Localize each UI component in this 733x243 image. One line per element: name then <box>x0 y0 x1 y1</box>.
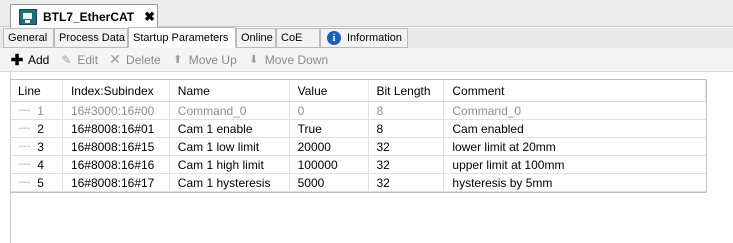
table-row[interactable]: ┈┈ 5 16#8008:16#17 Cam 1 hysteresis 5000 … <box>11 174 706 192</box>
edit-button[interactable]: ✎ Edit <box>59 53 98 67</box>
move-up-button[interactable]: ⬆ Move Up <box>171 53 237 67</box>
table-row[interactable]: ┈┈ 1 16#3000:16#00 Command_0 0 8 Command_… <box>11 102 706 120</box>
tab-general[interactable]: General <box>3 28 54 48</box>
startup-parameters-table: Line Index:Subindex Name Value Bit Lengt… <box>11 79 707 193</box>
info-icon: i <box>327 31 341 45</box>
tab-online[interactable]: Online <box>236 28 276 48</box>
arrow-up-icon: ⬆ <box>173 54 183 66</box>
line-cell: ┈┈ 3 <box>11 138 63 155</box>
table-row[interactable]: ┈┈ 2 16#8008:16#01 Cam 1 enable True 8 Ca… <box>11 120 706 138</box>
line-number: 5 <box>37 175 44 190</box>
bit-length-cell: 8 <box>369 102 445 119</box>
move-up-button-label: Move Up <box>188 52 237 67</box>
document-tab[interactable]: BTL7_EtherCAT ✖ <box>10 4 158 28</box>
table-row[interactable]: ┈┈ 3 16#8008:16#15 Cam 1 low limit 20000 … <box>11 138 706 156</box>
delete-button[interactable]: ✕ Delete <box>108 51 161 67</box>
tree-connector-icon: ┈┈ <box>18 123 30 135</box>
column-header-name[interactable]: Name <box>170 80 290 101</box>
value-cell: 100000 <box>290 156 369 173</box>
name-cell: Cam 1 hysteresis <box>170 174 290 191</box>
bit-length-cell: 32 <box>369 138 445 155</box>
document-tab-strip: BTL7_EtherCAT ✖ <box>0 0 733 28</box>
tab-process-data-label: Process Data <box>59 32 126 44</box>
close-icon[interactable]: ✖ <box>144 9 155 25</box>
index-cell: 16#8008:16#17 <box>63 174 170 191</box>
comment-cell: upper limit at 100mm <box>452 157 565 172</box>
column-header-index[interactable]: Index:Subindex <box>63 80 170 101</box>
tab-information-label: Information <box>347 32 403 44</box>
tab-online-label: Online <box>241 32 273 44</box>
tab-process-data[interactable]: Process Data <box>54 28 128 48</box>
tree-connector-icon: ┈┈ <box>18 177 30 189</box>
value-cell: 20000 <box>290 138 369 155</box>
index-cell: 16#8008:16#16 <box>63 156 170 173</box>
value-cell: 5000 <box>290 174 369 191</box>
tab-startup-parameters[interactable]: Startup Parameters <box>128 27 236 48</box>
index-cell: 16#8008:16#15 <box>63 138 170 155</box>
tab-general-label: General <box>8 32 48 44</box>
bit-length-cell: 32 <box>369 174 445 191</box>
table-header: Line Index:Subindex Name Value Bit Lengt… <box>11 80 706 102</box>
plus-icon: ✚ <box>10 51 24 69</box>
bit-length-cell: 32 <box>369 156 445 173</box>
document-tab-title: BTL7_EtherCAT <box>43 9 135 24</box>
name-cell: Cam 1 enable <box>170 120 290 137</box>
tree-connector-icon: ┈┈ <box>18 105 30 117</box>
editor-tab-bar: General Process Data Startup Parameters … <box>0 27 733 48</box>
add-button[interactable]: ✚ Add <box>10 51 50 69</box>
tree-connector-icon: ┈┈ <box>18 159 30 171</box>
delete-x-icon: ✕ <box>109 51 121 67</box>
tab-coe-label: CoE <box>281 32 303 44</box>
tab-information[interactable]: i Information <box>320 28 408 48</box>
line-number: 1 <box>37 103 44 118</box>
line-cell: ┈┈ 5 <box>11 174 63 191</box>
tree-connector-icon: ┈┈ <box>18 141 30 153</box>
table-row[interactable]: ┈┈ 4 16#8008:16#16 Cam 1 high limit 10000… <box>11 156 706 174</box>
name-cell: Command_0 <box>170 102 290 119</box>
line-cell: ┈┈ 4 <box>11 156 63 173</box>
column-header-value[interactable]: Value <box>290 80 369 101</box>
comment-cell: hysteresis by 5mm <box>452 175 553 190</box>
arrow-down-icon: ⬇ <box>249 54 259 66</box>
ethercat-device-icon <box>19 8 37 25</box>
index-cell: 16#3000:16#00 <box>63 102 170 119</box>
value-cell: True <box>290 120 369 137</box>
pencil-icon: ✎ <box>61 52 72 67</box>
toolbar: ✚ Add ✎ Edit ✕ Delete ⬆ Move Up ⬇ Move D… <box>0 48 733 72</box>
tab-startup-parameters-label: Startup Parameters <box>133 31 229 44</box>
move-down-button[interactable]: ⬇ Move Down <box>247 53 328 67</box>
column-header-comment[interactable]: Comment <box>444 80 706 101</box>
line-cell: ┈┈ 1 <box>11 102 63 119</box>
line-number: 2 <box>37 121 44 136</box>
comment-cell: Command_0 <box>452 103 522 118</box>
bit-length-cell: 8 <box>369 120 445 137</box>
delete-button-label: Delete <box>126 52 161 67</box>
comment-cell: Cam enabled <box>452 121 524 136</box>
name-cell: Cam 1 low limit <box>170 138 290 155</box>
value-cell: 0 <box>290 102 369 119</box>
line-number: 4 <box>37 157 44 172</box>
add-button-label: Add <box>28 52 50 67</box>
line-number: 3 <box>37 139 44 154</box>
column-header-line[interactable]: Line <box>11 80 63 101</box>
name-cell: Cam 1 high limit <box>170 156 290 173</box>
move-down-button-label: Move Down <box>264 52 329 67</box>
startup-parameters-panel: Line Index:Subindex Name Value Bit Lengt… <box>10 72 733 243</box>
comment-cell: lower limit at 20mm <box>452 139 556 154</box>
tab-coe[interactable]: CoE <box>276 28 320 48</box>
index-cell: 16#8008:16#01 <box>63 120 170 137</box>
edit-button-label: Edit <box>77 52 99 67</box>
column-header-bit-length[interactable]: Bit Length <box>369 80 445 101</box>
line-cell: ┈┈ 2 <box>11 120 63 137</box>
